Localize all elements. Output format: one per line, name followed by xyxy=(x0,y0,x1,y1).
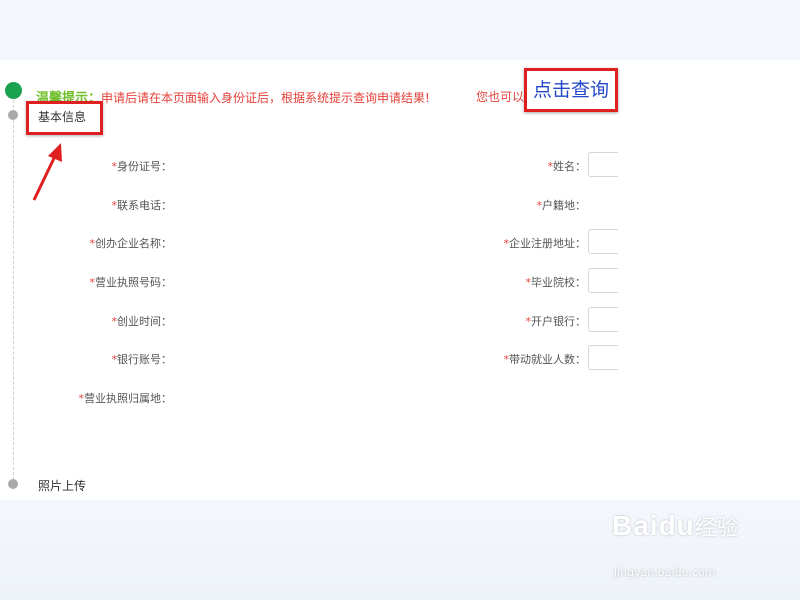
household-input[interactable] xyxy=(588,191,618,216)
section-title-photo-upload: 照片上传 xyxy=(38,479,87,493)
click-query-button[interactable]: 点击查询 xyxy=(524,68,618,112)
company-name-input[interactable] xyxy=(176,229,446,254)
field-label-employment-count: *带动就业人数： xyxy=(503,353,587,366)
timeline-dot-basic-info xyxy=(8,110,18,120)
field-label-name: *姓名： xyxy=(547,160,587,173)
name-input[interactable] xyxy=(588,152,618,177)
field-label-id-number: *身份证号： xyxy=(111,160,173,173)
bank-account-input[interactable] xyxy=(176,345,446,370)
section-highlight-box xyxy=(26,101,103,135)
field-label-bank: *开户银行： xyxy=(525,315,587,328)
baidu-logo-text: Bai xyxy=(612,510,659,541)
watermark-cn: 经验 xyxy=(694,516,739,541)
bank-input[interactable] xyxy=(588,307,618,332)
field-label-bank-account: *银行账号： xyxy=(111,353,173,366)
school-input[interactable] xyxy=(588,268,618,293)
timeline-line xyxy=(13,100,14,480)
notice-extra-text: 您也可以 xyxy=(476,90,525,104)
field-label-company-address: *企业注册地址： xyxy=(503,237,587,250)
license-number-input[interactable] xyxy=(176,268,446,293)
baidu-paw-icon: du xyxy=(658,510,695,541)
field-label-household: *户籍地： xyxy=(536,199,587,212)
field-label-license-number: *营业执照号码： xyxy=(89,276,173,289)
license-location-input[interactable] xyxy=(176,384,446,409)
notice-message: 申请后请在本页面输入身份证后，根据系统提示查询申请结果! xyxy=(101,91,430,105)
company-address-input[interactable] xyxy=(588,229,618,254)
employment-count-input[interactable] xyxy=(588,345,618,370)
start-date-input[interactable] xyxy=(176,307,446,332)
field-label-company-name: *创办企业名称： xyxy=(89,237,173,250)
field-label-license-location: *营业执照归属地： xyxy=(78,392,173,405)
timeline-dot-photo-upload xyxy=(8,479,18,489)
field-label-phone: *联系电话： xyxy=(111,199,173,212)
phone-input[interactable] xyxy=(176,191,446,216)
watermark-url: jingyan.baidu.com xyxy=(614,566,716,579)
timeline-dot-active xyxy=(5,82,22,99)
field-label-start-date: *创业时间： xyxy=(111,315,173,328)
field-label-school: *毕业院校： xyxy=(525,276,587,289)
id-number-input[interactable] xyxy=(176,152,446,177)
red-arrow-icon xyxy=(32,143,62,201)
baidu-watermark: Baidu经验 xyxy=(612,510,739,542)
